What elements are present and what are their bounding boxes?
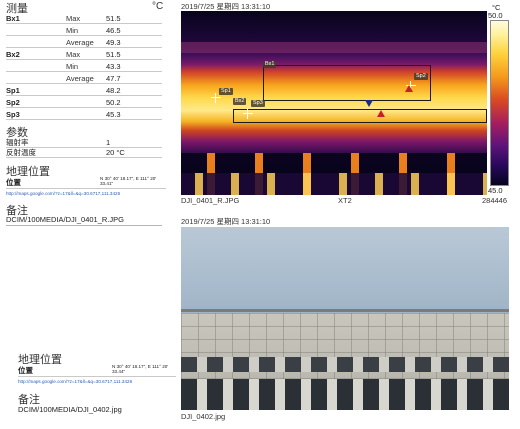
- measure-value: 45.3: [106, 110, 121, 119]
- measure-stat: Average: [66, 74, 94, 83]
- measure-value: 43.3: [106, 62, 121, 71]
- bx1-label: Bx1: [263, 61, 277, 68]
- photo-filename: DJI_0402.jpg: [181, 412, 226, 421]
- measure-name: Sp1: [6, 86, 20, 95]
- measure-value: 51.5: [106, 50, 121, 59]
- measure-row: Sp2 50.2: [6, 97, 162, 108]
- measure-value: 50.2: [106, 98, 121, 107]
- bx2-label: Bx2: [233, 98, 247, 105]
- visual-photo: [181, 227, 509, 410]
- measure-row: Bx2 Max 51.5: [6, 49, 162, 60]
- sp3-label: Sp3: [251, 100, 265, 107]
- measure-stat: Min: [66, 62, 79, 71]
- measure-row: Sp3 45.3: [6, 109, 162, 120]
- measure-row: Min 46.5: [6, 25, 162, 36]
- geo-value: N 30° 40' 18.17", E 111° 20' 33.44": [112, 364, 169, 374]
- measure-unit: °C: [152, 1, 164, 12]
- window-row: [181, 356, 509, 372]
- measure-name: Bx1: [6, 14, 20, 23]
- param-value: 20 °C: [106, 148, 125, 157]
- measure-stat: Min: [66, 26, 79, 35]
- scale-max: 50.0: [488, 11, 503, 20]
- measure-name: Sp3: [6, 110, 20, 119]
- sp2-label: Sp2: [414, 73, 428, 80]
- thermal-serial: 284446: [482, 196, 508, 205]
- measure-value: 46.5: [106, 26, 121, 35]
- color-scale-bar: [490, 20, 509, 186]
- map-link[interactable]: http://maps.google.com/?z=17&ll=&q=30.67…: [18, 379, 132, 384]
- photo-timestamp: 2019/7/25 星期四 13:31:10: [181, 217, 271, 226]
- measure-box-bx2: [233, 109, 487, 123]
- roof-edge: [181, 309, 509, 313]
- param-row: 反射温度 20 °C: [6, 148, 162, 158]
- thermal-filename: DJI_0401_R.JPG: [181, 196, 240, 205]
- measure-value: 47.7: [106, 74, 121, 83]
- thermal-band: [181, 172, 487, 195]
- scale-min: 45.0: [488, 186, 503, 195]
- max-marker-icon: [377, 110, 385, 117]
- param-row: 辐射率 1: [6, 138, 162, 148]
- measure-value: 49.3: [106, 38, 121, 47]
- note-path: DCIM/100MEDIA/DJI_0402.jpg: [18, 405, 122, 414]
- param-key: 反射温度: [6, 148, 36, 157]
- measure-row: Bx1 Max 51.5: [6, 13, 162, 24]
- geo-key: 位置: [6, 178, 21, 187]
- divider: [6, 225, 162, 226]
- measure-row: Average 47.7: [6, 73, 162, 84]
- geo-row: 位置 N 30° 40' 18.17", E 111° 20' 33.41": [6, 175, 166, 189]
- measure-row: Sp1 48.2: [6, 85, 162, 96]
- spot-sp3-crosshair: [243, 109, 253, 119]
- note-path: DCIM/100MEDIA/DJI_0401_R.JPG: [6, 215, 124, 224]
- geo-key: 位置: [18, 366, 33, 375]
- min-marker-icon: [365, 100, 373, 107]
- measure-stat: Average: [66, 38, 94, 47]
- param-key: 辐射率: [6, 138, 29, 147]
- thermal-camera: XT2: [338, 196, 352, 205]
- measure-name: Sp2: [6, 98, 20, 107]
- measure-name: Bx2: [6, 50, 20, 59]
- map-link[interactable]: http://maps.google.com/?z=17&ll=&q=30.67…: [6, 191, 120, 196]
- measure-row: Min 43.3: [6, 61, 162, 72]
- thermal-image: Bx1 Bx2 Sp1 Sp2 Sp3: [181, 11, 487, 195]
- measure-value: 51.5: [106, 14, 121, 23]
- geo-row: 位置 N 30° 40' 18.17", E 111° 20' 33.44": [18, 363, 176, 377]
- window-row: [181, 378, 509, 410]
- max-marker-icon: [405, 85, 413, 92]
- measure-value: 48.2: [106, 86, 121, 95]
- measure-row: Average 49.3: [6, 37, 162, 48]
- geo-value: N 30° 40' 18.17", E 111° 20' 33.41": [100, 176, 157, 186]
- measure-stat: Max: [66, 14, 81, 23]
- param-value: 1: [106, 138, 111, 147]
- measure-stat: Max: [66, 50, 81, 59]
- sp1-label: Sp1: [219, 88, 233, 95]
- thermal-band: [181, 42, 487, 54]
